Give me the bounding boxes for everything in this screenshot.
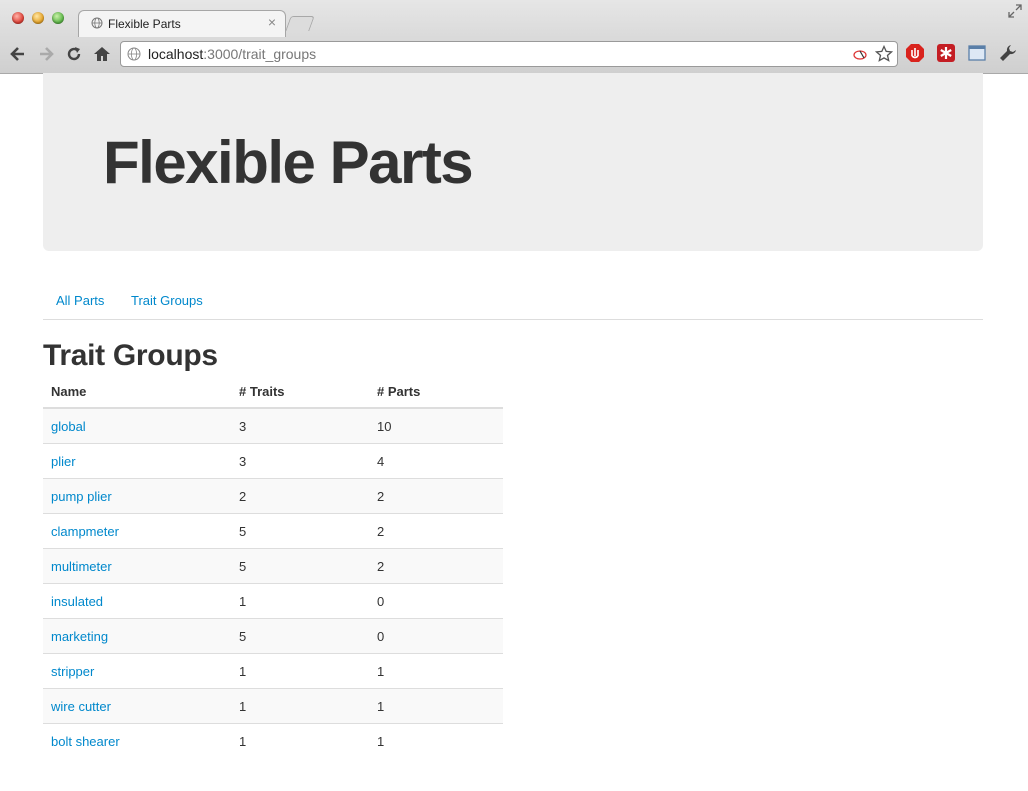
close-tab-icon[interactable]: × — [268, 15, 276, 29]
traits-count: 5 — [231, 618, 369, 654]
table-header-row: Name # Traits # Parts — [43, 375, 503, 409]
nav-tabs: All Parts Trait Groups — [43, 290, 983, 320]
trait-group-link[interactable]: stripper — [51, 664, 94, 679]
parts-count: 0 — [369, 618, 503, 654]
wrench-icon[interactable] — [998, 43, 1018, 63]
trait-group-link[interactable]: global — [51, 419, 86, 434]
traits-count: 1 — [231, 583, 369, 619]
section-title: Trait Groups — [43, 339, 218, 372]
forward-arrow-icon[interactable] — [36, 44, 56, 64]
parts-count: 1 — [369, 688, 503, 724]
window-extension-icon[interactable] — [967, 43, 987, 63]
column-header-traits: # Traits — [231, 375, 369, 409]
address-bar[interactable]: localhost:3000/trait_groups — [120, 41, 898, 67]
url-path: :3000/trait_groups — [203, 46, 317, 62]
table-row: clampmeter 5 2 — [43, 513, 503, 549]
trait-group-link[interactable]: insulated — [51, 594, 103, 609]
traits-count: 1 — [231, 688, 369, 724]
trait-group-link[interactable]: plier — [51, 454, 76, 469]
traits-count: 3 — [231, 407, 369, 444]
traits-count: 5 — [231, 548, 369, 584]
table-row: bolt shearer 1 1 — [43, 723, 503, 758]
traits-count: 1 — [231, 723, 369, 758]
back-arrow-icon[interactable] — [8, 44, 28, 64]
table-row: wire cutter 1 1 — [43, 688, 503, 724]
traits-count: 5 — [231, 513, 369, 549]
browser-tab[interactable]: Flexible Parts × — [78, 10, 286, 37]
parts-count: 10 — [369, 407, 503, 444]
fullscreen-icon[interactable] — [1008, 4, 1022, 18]
nav-link-all-parts[interactable]: All Parts — [56, 293, 104, 308]
parts-count: 1 — [369, 653, 503, 689]
zoom-window-button[interactable] — [52, 12, 64, 24]
traits-count: 3 — [231, 443, 369, 479]
url-text: localhost:3000/trait_groups — [148, 46, 316, 62]
table-row: global 3 10 — [43, 407, 503, 444]
column-header-parts: # Parts — [369, 375, 503, 409]
table-row: plier 3 4 — [43, 443, 503, 479]
close-window-button[interactable] — [12, 12, 24, 24]
page-action-icon[interactable] — [851, 45, 869, 63]
column-header-name: Name — [43, 375, 231, 409]
parts-count: 2 — [369, 513, 503, 549]
hero-title: Flexible Parts — [103, 129, 474, 196]
table-row: pump plier 2 2 — [43, 478, 503, 514]
globe-icon — [91, 17, 103, 29]
lastpass-extension-icon[interactable] — [936, 43, 956, 63]
table-row: insulated 1 0 — [43, 583, 503, 619]
trait-group-link[interactable]: clampmeter — [51, 524, 119, 539]
traits-count: 1 — [231, 653, 369, 689]
star-bookmark-icon[interactable] — [875, 45, 893, 63]
globe-icon — [127, 47, 141, 61]
home-icon[interactable] — [92, 44, 112, 64]
table-row: marketing 5 0 — [43, 618, 503, 654]
parts-count: 1 — [369, 723, 503, 758]
url-host: localhost — [148, 46, 204, 62]
tab-title: Flexible Parts — [108, 17, 181, 31]
trait-groups-table: Name # Traits # Parts global 3 10 plier … — [43, 375, 503, 758]
table-row: multimeter 5 2 — [43, 548, 503, 584]
parts-count: 2 — [369, 478, 503, 514]
nav-link-trait-groups[interactable]: Trait Groups — [131, 293, 203, 308]
hero-unit: Flexible Parts — [43, 73, 983, 251]
new-tab-button[interactable] — [285, 16, 315, 31]
adblock-extension-icon[interactable] — [905, 43, 925, 63]
traits-count: 2 — [231, 478, 369, 514]
parts-count: 2 — [369, 548, 503, 584]
trait-group-link[interactable]: bolt shearer — [51, 734, 120, 749]
table-row: stripper 1 1 — [43, 653, 503, 689]
reload-icon[interactable] — [64, 44, 84, 64]
parts-count: 4 — [369, 443, 503, 479]
trait-group-link[interactable]: multimeter — [51, 559, 112, 574]
parts-count: 0 — [369, 583, 503, 619]
trait-group-link[interactable]: wire cutter — [51, 699, 111, 714]
trait-group-link[interactable]: marketing — [51, 629, 108, 644]
browser-chrome: Flexible Parts × localhost:3000/trait_gr… — [0, 0, 1028, 74]
trait-group-link[interactable]: pump plier — [51, 489, 112, 504]
browser-toolbar: localhost:3000/trait_groups — [0, 36, 1028, 72]
minimize-window-button[interactable] — [32, 12, 44, 24]
